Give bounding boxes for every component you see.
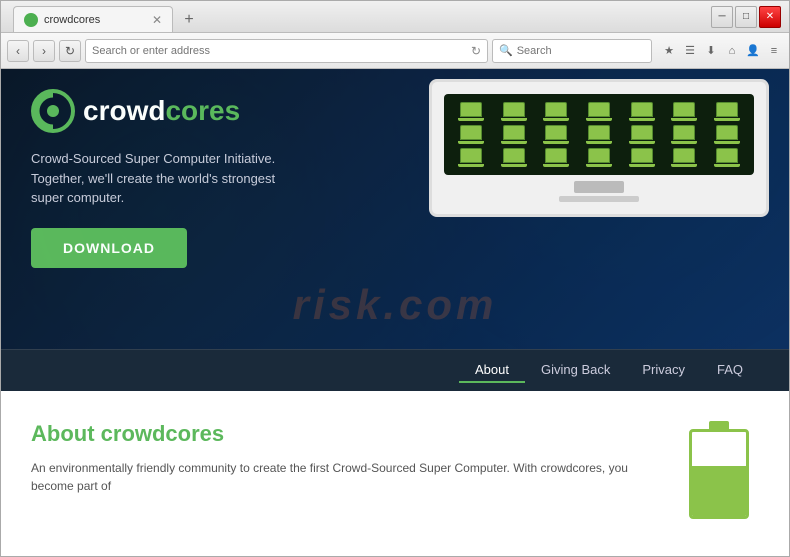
laptop-icon — [495, 148, 534, 167]
laptop-icon — [452, 102, 491, 121]
laptop-icon — [622, 125, 661, 144]
account-icon[interactable]: 👤 — [744, 42, 762, 60]
nav-privacy[interactable]: Privacy — [626, 358, 701, 383]
monitor-frame: (function() { const screen = document.qu… — [429, 79, 769, 217]
monitor-screen: (function() { const screen = document.qu… — [444, 94, 754, 175]
maximize-button[interactable]: □ — [735, 6, 757, 28]
laptop-icon — [537, 148, 576, 167]
laptop-icon — [707, 148, 746, 167]
laptop-icon — [707, 102, 746, 121]
about-title: About crowdcores — [31, 421, 659, 447]
active-tab[interactable]: crowdcores ✕ — [13, 6, 173, 32]
minimize-button[interactable]: ─ — [711, 6, 733, 28]
nav-about[interactable]: About — [459, 358, 525, 383]
about-section: About crowdcores An environmentally frie… — [1, 391, 789, 539]
back-button[interactable]: ‹ — [7, 40, 29, 62]
nav-bar: ‹ › ↻ ↻ 🔍 ★ ☰ ⬇ ⌂ 👤 ≡ — [1, 33, 789, 69]
page-content[interactable]: crowdcores Crowd-Sourced Super Computer … — [1, 69, 789, 556]
forward-button[interactable]: › — [33, 40, 55, 62]
tab-close-button[interactable]: ✕ — [152, 13, 162, 27]
laptop-icon — [452, 125, 491, 144]
bookmark-icon[interactable]: ★ — [660, 42, 678, 60]
laptop-icon — [622, 102, 661, 121]
laptop-icon — [622, 148, 661, 167]
window-controls: ─ □ ✕ — [711, 6, 781, 28]
refresh-button[interactable]: ↻ — [59, 40, 81, 62]
bookmarks-icon[interactable]: ☰ — [681, 42, 699, 60]
laptop-icon — [537, 102, 576, 121]
tab-favicon — [24, 13, 38, 27]
laptop-icon — [537, 125, 576, 144]
address-refresh-icon: ↻ — [471, 44, 481, 58]
laptop-icon — [580, 148, 619, 167]
menu-icon[interactable]: ≡ — [765, 42, 783, 60]
search-input[interactable] — [517, 45, 659, 57]
close-button[interactable]: ✕ — [759, 6, 781, 28]
battery-illustration — [679, 421, 759, 519]
about-description: An environmentally friendly community to… — [31, 459, 659, 495]
address-bar[interactable]: ↻ — [85, 39, 488, 63]
search-bar[interactable]: 🔍 — [492, 39, 652, 63]
search-icon: 🔍 — [499, 44, 513, 57]
battery-fill — [692, 466, 746, 516]
title-bar: crowdcores ✕ + ─ □ ✕ — [1, 1, 789, 33]
laptop-icon — [580, 102, 619, 121]
battery-tip — [709, 421, 729, 429]
nav-faq[interactable]: FAQ — [701, 358, 759, 383]
download-icon[interactable]: ⬇ — [702, 42, 720, 60]
laptop-icon — [495, 102, 534, 121]
tab-title: crowdcores — [44, 14, 100, 26]
nav-icons: ★ ☰ ⬇ ⌂ 👤 ≡ — [660, 42, 783, 60]
hero-monitor-illustration: (function() { const screen = document.qu… — [429, 79, 769, 217]
laptop-icon — [495, 125, 534, 144]
battery-body — [689, 429, 749, 519]
browser-window: crowdcores ✕ + ─ □ ✕ ‹ › ↻ ↻ 🔍 ★ ☰ ⬇ ⌂ 👤 — [0, 0, 790, 557]
laptop-icon — [665, 148, 704, 167]
hero-nav: About Giving Back Privacy FAQ — [1, 349, 789, 391]
new-tab-button[interactable]: + — [177, 8, 201, 32]
laptop-icon — [452, 148, 491, 167]
laptop-icon — [707, 125, 746, 144]
home-icon[interactable]: ⌂ — [723, 42, 741, 60]
about-text: About crowdcores An environmentally frie… — [31, 421, 659, 519]
hero-section: crowdcores Crowd-Sourced Super Computer … — [1, 69, 789, 349]
laptop-icon — [665, 102, 704, 121]
tab-bar: crowdcores ✕ + — [9, 1, 201, 32]
laptop-icon — [665, 125, 704, 144]
nav-giving-back[interactable]: Giving Back — [525, 358, 626, 383]
address-input[interactable] — [92, 45, 471, 57]
laptop-icon — [580, 125, 619, 144]
